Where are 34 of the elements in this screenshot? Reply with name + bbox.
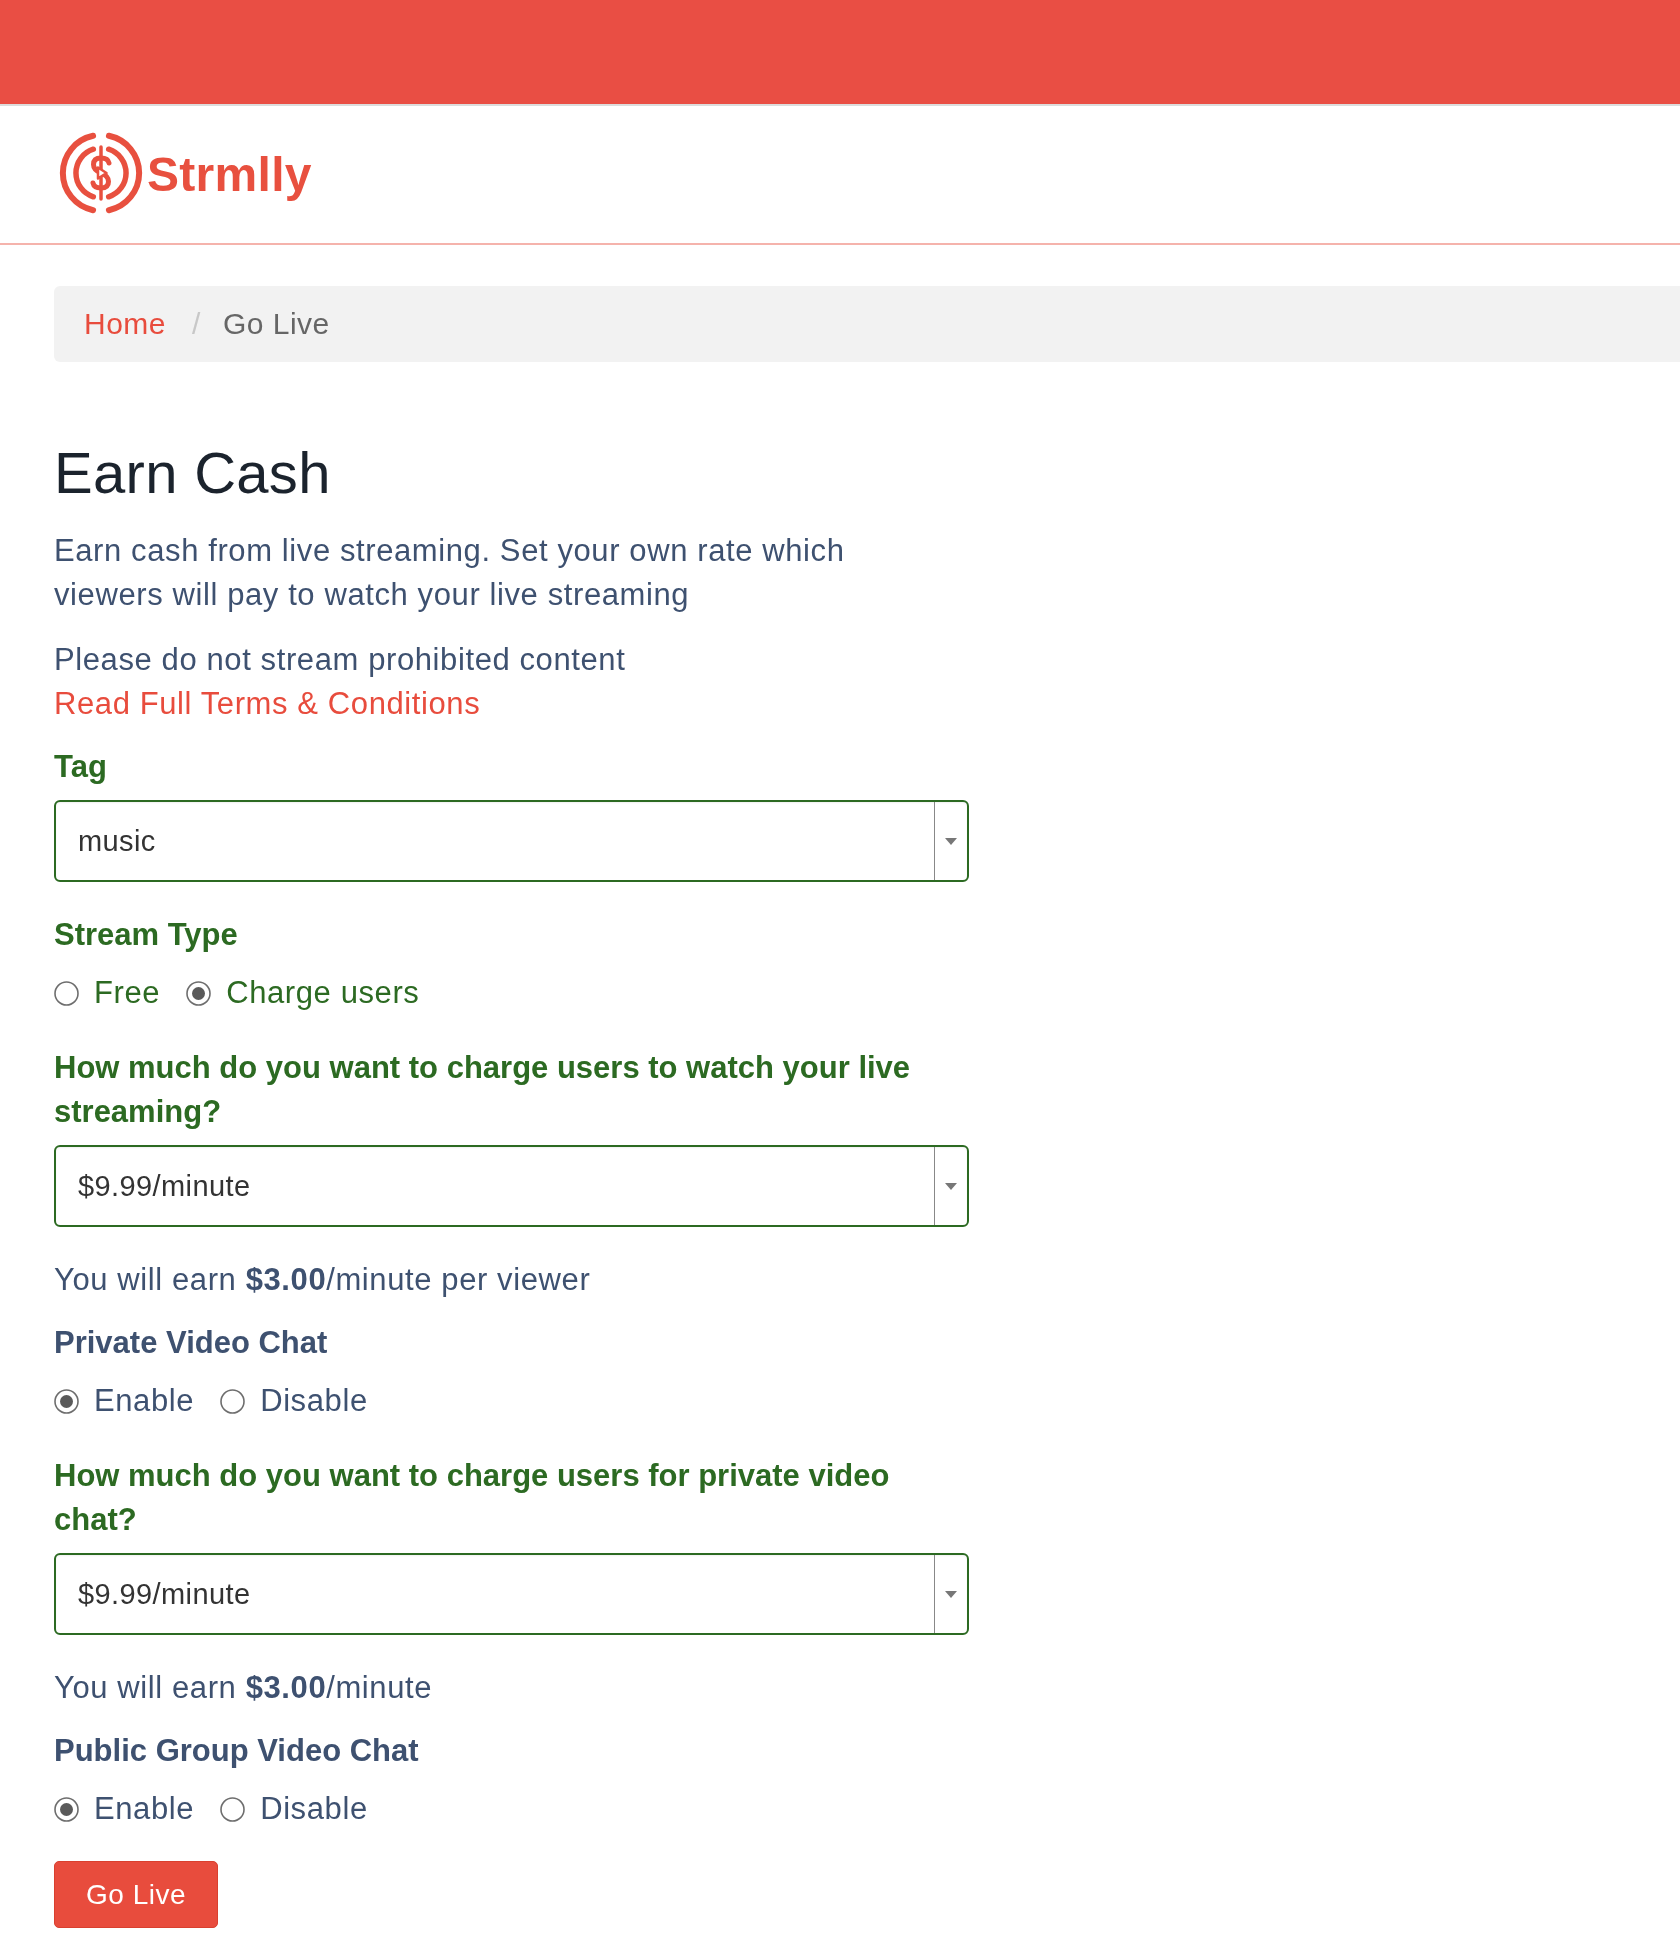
page-title: Earn Cash	[54, 439, 331, 507]
field-label: Stream Type	[54, 916, 238, 954]
earnings-text: You will earn $3.00/minute per viewer	[54, 1261, 591, 1299]
radio-button[interactable]	[54, 980, 79, 1006]
radio-label[interactable]: Disable	[260, 1787, 368, 1831]
field-label: Tag	[54, 748, 107, 786]
dropdown-select[interactable]: $9.99/minute	[54, 1145, 969, 1227]
caret-icon	[945, 1182, 957, 1190]
caret-icon	[945, 1590, 957, 1598]
radio-button[interactable]	[220, 1796, 246, 1822]
field-label: How much do you want to charge users for private video chat?	[54, 1457, 891, 1539]
breadcrumb-current: Go Live	[222, 307, 330, 341]
radio-button[interactable]	[186, 980, 212, 1006]
radio-label[interactable]: Disable	[260, 1379, 368, 1423]
breadcrumb-separator: /	[192, 307, 201, 341]
caret-icon	[945, 837, 957, 845]
logo-text: Strmlly	[147, 146, 312, 203]
radio-label[interactable]: Free	[94, 971, 161, 1015]
radio-button[interactable]	[54, 1388, 79, 1414]
go-live-button[interactable]: Go Live	[54, 1861, 218, 1928]
terms-link[interactable]: Read Full Terms & Conditions	[54, 682, 481, 726]
notice-text: Please do not stream prohibited content	[54, 641, 626, 679]
field-label: How much do you want to charge users to watch your live streaming?	[54, 1049, 912, 1131]
radio-label[interactable]: Charge users	[226, 971, 420, 1015]
radio-button[interactable]	[220, 1388, 246, 1414]
field-label: Private Video Chat	[54, 1324, 328, 1362]
radio-button[interactable]	[54, 1796, 79, 1822]
field-label: Public Group Video Chat	[54, 1732, 419, 1770]
dropdown-select[interactable]: music	[54, 800, 969, 882]
dropdown-select[interactable]: $9.99/minute	[54, 1553, 969, 1635]
intro-text: Earn cash from live streaming. Set your own rate which viewers will pay to watch your live streaming	[54, 532, 846, 614]
radio-label[interactable]: Enable	[94, 1787, 195, 1831]
earnings-text: You will earn $3.00/minute	[54, 1669, 433, 1707]
radio-label[interactable]: Enable	[94, 1379, 195, 1423]
